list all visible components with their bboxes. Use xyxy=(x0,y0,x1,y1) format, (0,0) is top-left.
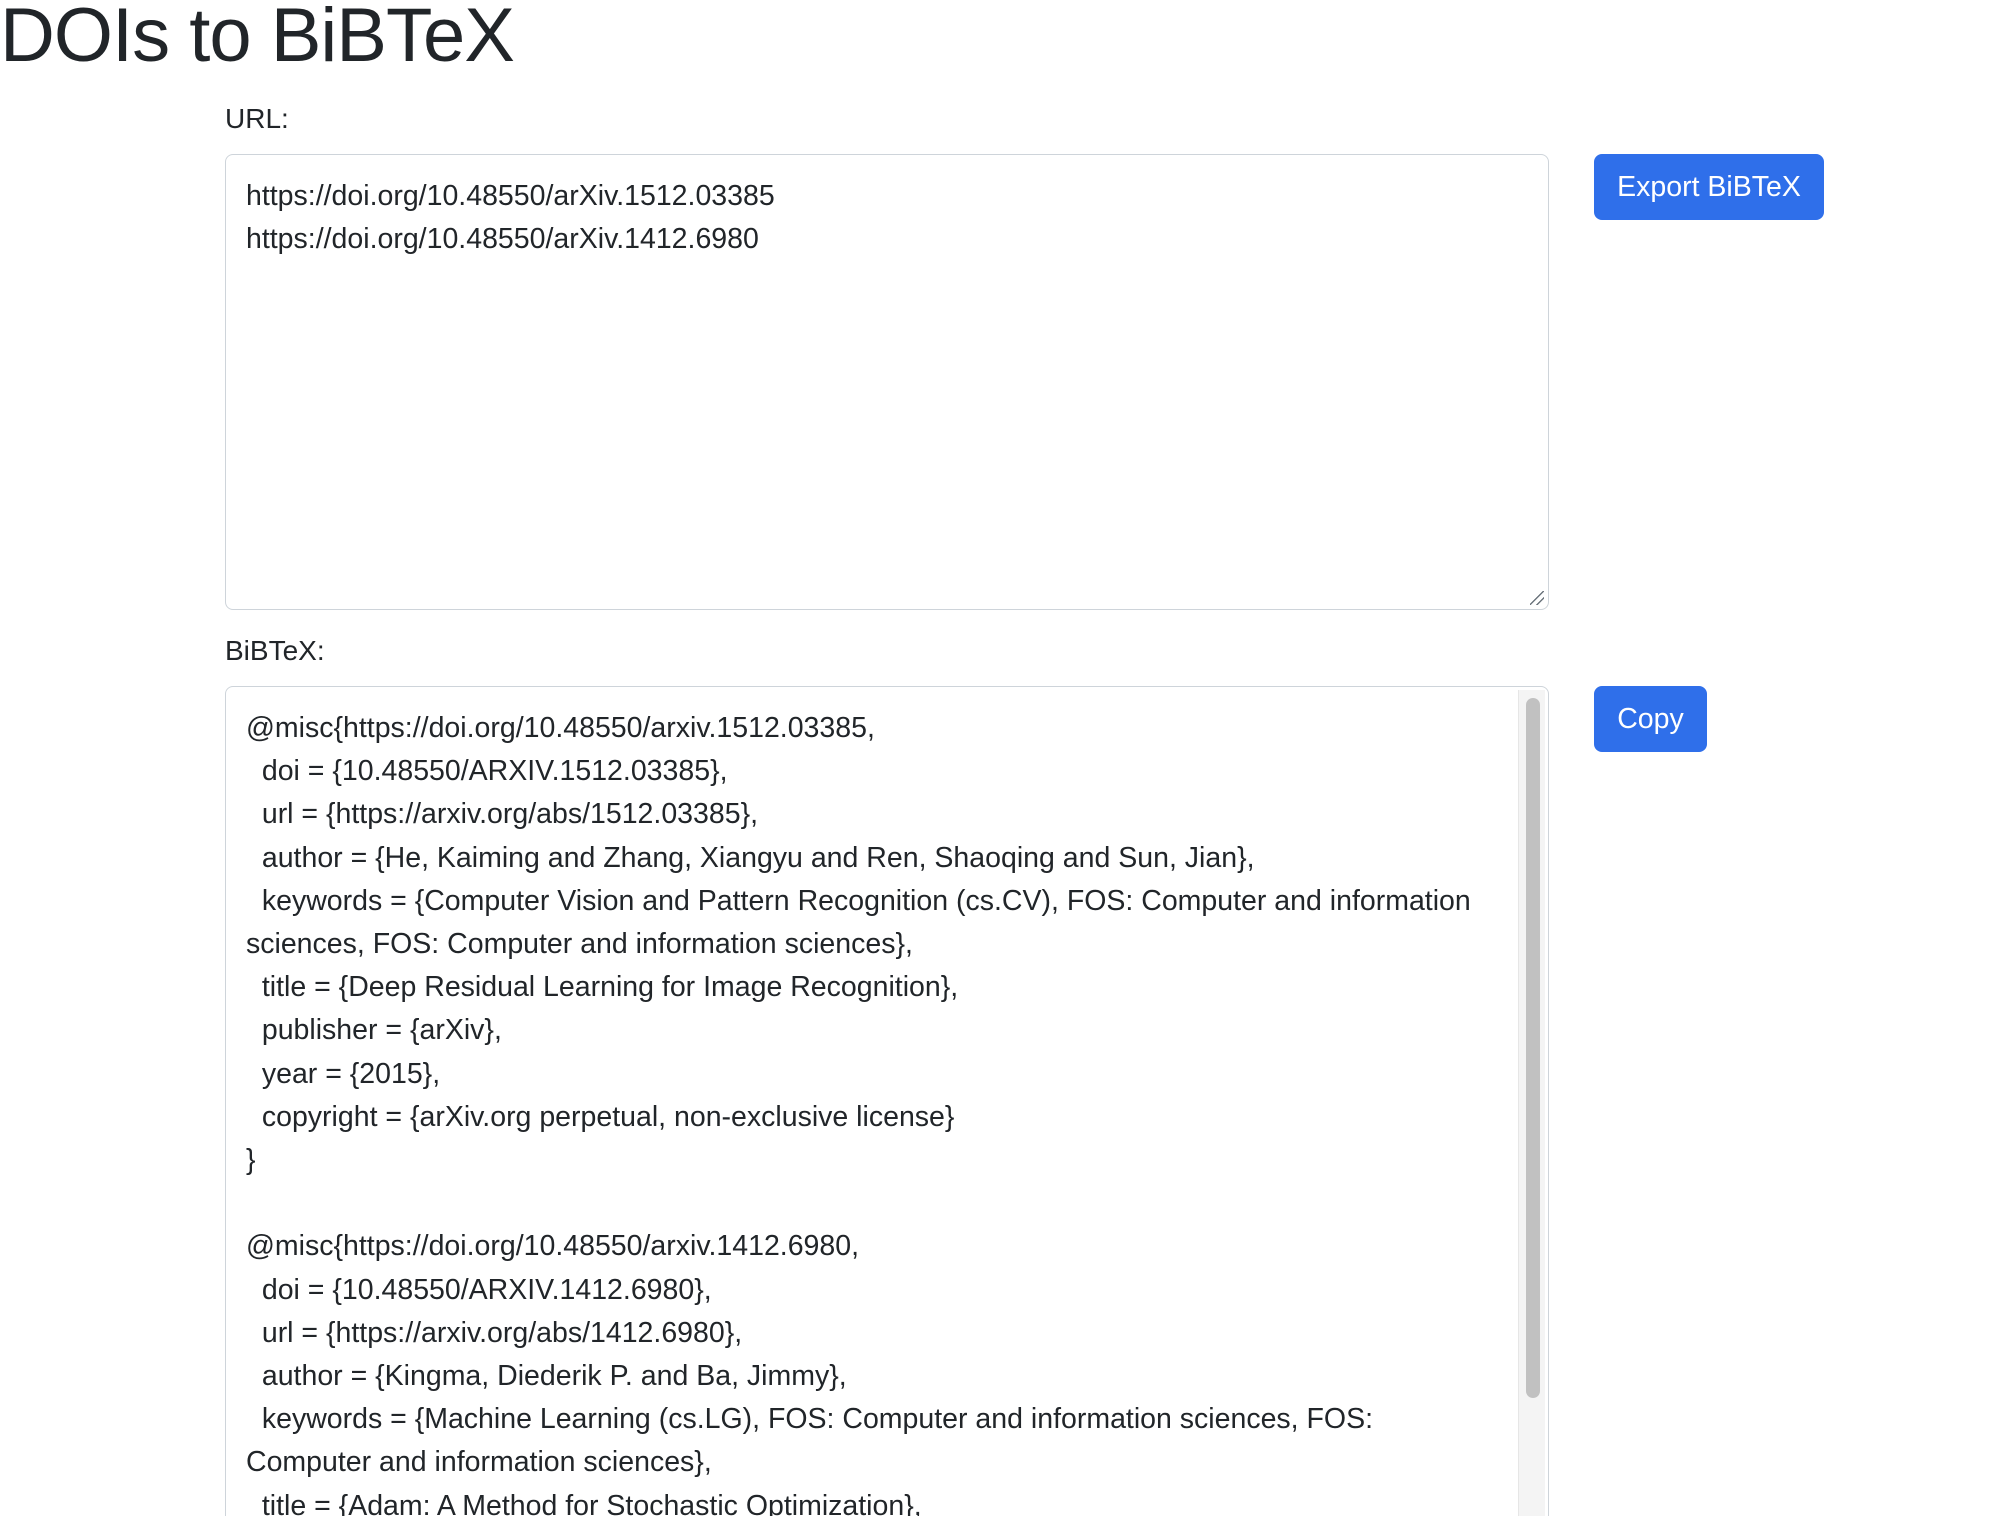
bibtex-label: BiBTeX: xyxy=(225,635,325,666)
bibtex-scrollbar[interactable] xyxy=(1518,690,1545,1516)
page: DOIs to BiBTeX URL: https://doi.org/10.4… xyxy=(0,0,1992,1516)
bibtex-textarea[interactable]: @misc{https://doi.org/10.48550/arxiv.151… xyxy=(225,686,1549,1516)
copy-button[interactable]: Copy xyxy=(1594,686,1707,752)
url-label: URL: xyxy=(225,103,289,134)
page-title: DOIs to BiBTeX xyxy=(0,0,515,78)
export-bibtex-button[interactable]: Export BiBTeX xyxy=(1594,154,1824,220)
bibtex-scrollbar-thumb[interactable] xyxy=(1526,698,1540,1398)
url-textarea[interactable]: https://doi.org/10.48550/arXiv.1512.0338… xyxy=(225,154,1549,610)
resize-grip-icon[interactable] xyxy=(1530,591,1544,605)
